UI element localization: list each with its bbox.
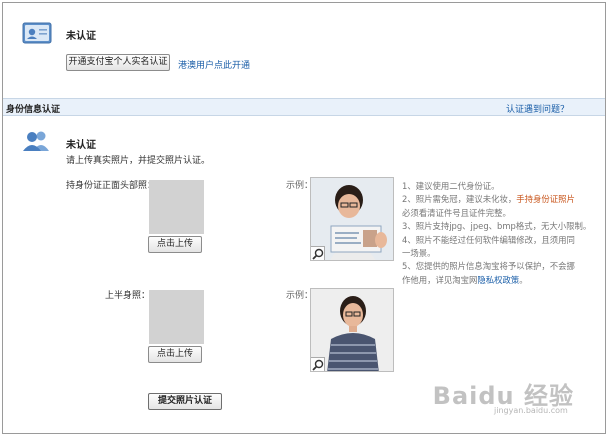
hk-macau-link[interactable]: 港澳用户点此开通	[178, 58, 250, 71]
tip-5-cont: 作他用，详见淘宝网隐私权政策。	[402, 274, 528, 285]
top-status-label: 未认证	[66, 31, 96, 42]
privacy-policy-link[interactable]: 隐私权政策	[477, 275, 519, 285]
tip-3: 3、照片支持jpg、jpeg、bmp格式，无大小限制。	[402, 221, 592, 232]
upload-id-photo-button[interactable]: 点击上传	[148, 236, 202, 253]
tip-4: 4、照片不能经过任何软件编辑修改，且须用同	[402, 234, 575, 245]
id-photo-placeholder	[149, 180, 204, 234]
example-label-2: 示例：	[286, 291, 314, 301]
upload-half-photo-button[interactable]: 点击上传	[148, 346, 202, 363]
section-title: 身份信息认证	[6, 105, 61, 115]
tip-4-cont: 一场景。	[402, 248, 436, 259]
tip-2-cont: 必须看清证件号且证件完整。	[402, 207, 511, 218]
magnifier-icon[interactable]	[311, 246, 325, 260]
submit-photo-button[interactable]: 提交照片认证	[148, 393, 222, 410]
help-link[interactable]: 认证遇到问题？	[506, 102, 569, 115]
open-realname-button[interactable]: 开通支付宝个人实名认证	[66, 54, 170, 71]
main-status-label: 未认证	[66, 140, 96, 151]
instruction-text: 请上传真实照片，并提交照片认证。	[66, 156, 211, 166]
users-icon	[22, 130, 52, 155]
half-photo-label: 上半身照：	[105, 291, 151, 301]
example-label-1: 示例：	[286, 181, 314, 191]
tip-5: 5、您提供的照片信息淘宝将予以保护，不会挪	[402, 261, 575, 272]
half-photo-placeholder	[149, 290, 204, 344]
id-example-photo[interactable]	[310, 177, 394, 261]
baidu-watermark-url: jingyan.baidu.com	[494, 406, 568, 415]
tips-list: 1、建议使用二代身份证。 2、照片需免冠，建议未化妆，手持身份证照片 必须看清证…	[402, 180, 591, 287]
half-body-example-photo[interactable]	[310, 288, 394, 372]
id-card-icon	[22, 22, 52, 47]
magnifier-icon[interactable]	[311, 357, 325, 371]
id-photo-label: 持身份证正面头部照：	[66, 181, 157, 191]
tip-2: 2、照片需免冠，建议未化妆，手持身份证照片	[402, 194, 575, 205]
tip-1: 1、建议使用二代身份证。	[402, 181, 500, 191]
